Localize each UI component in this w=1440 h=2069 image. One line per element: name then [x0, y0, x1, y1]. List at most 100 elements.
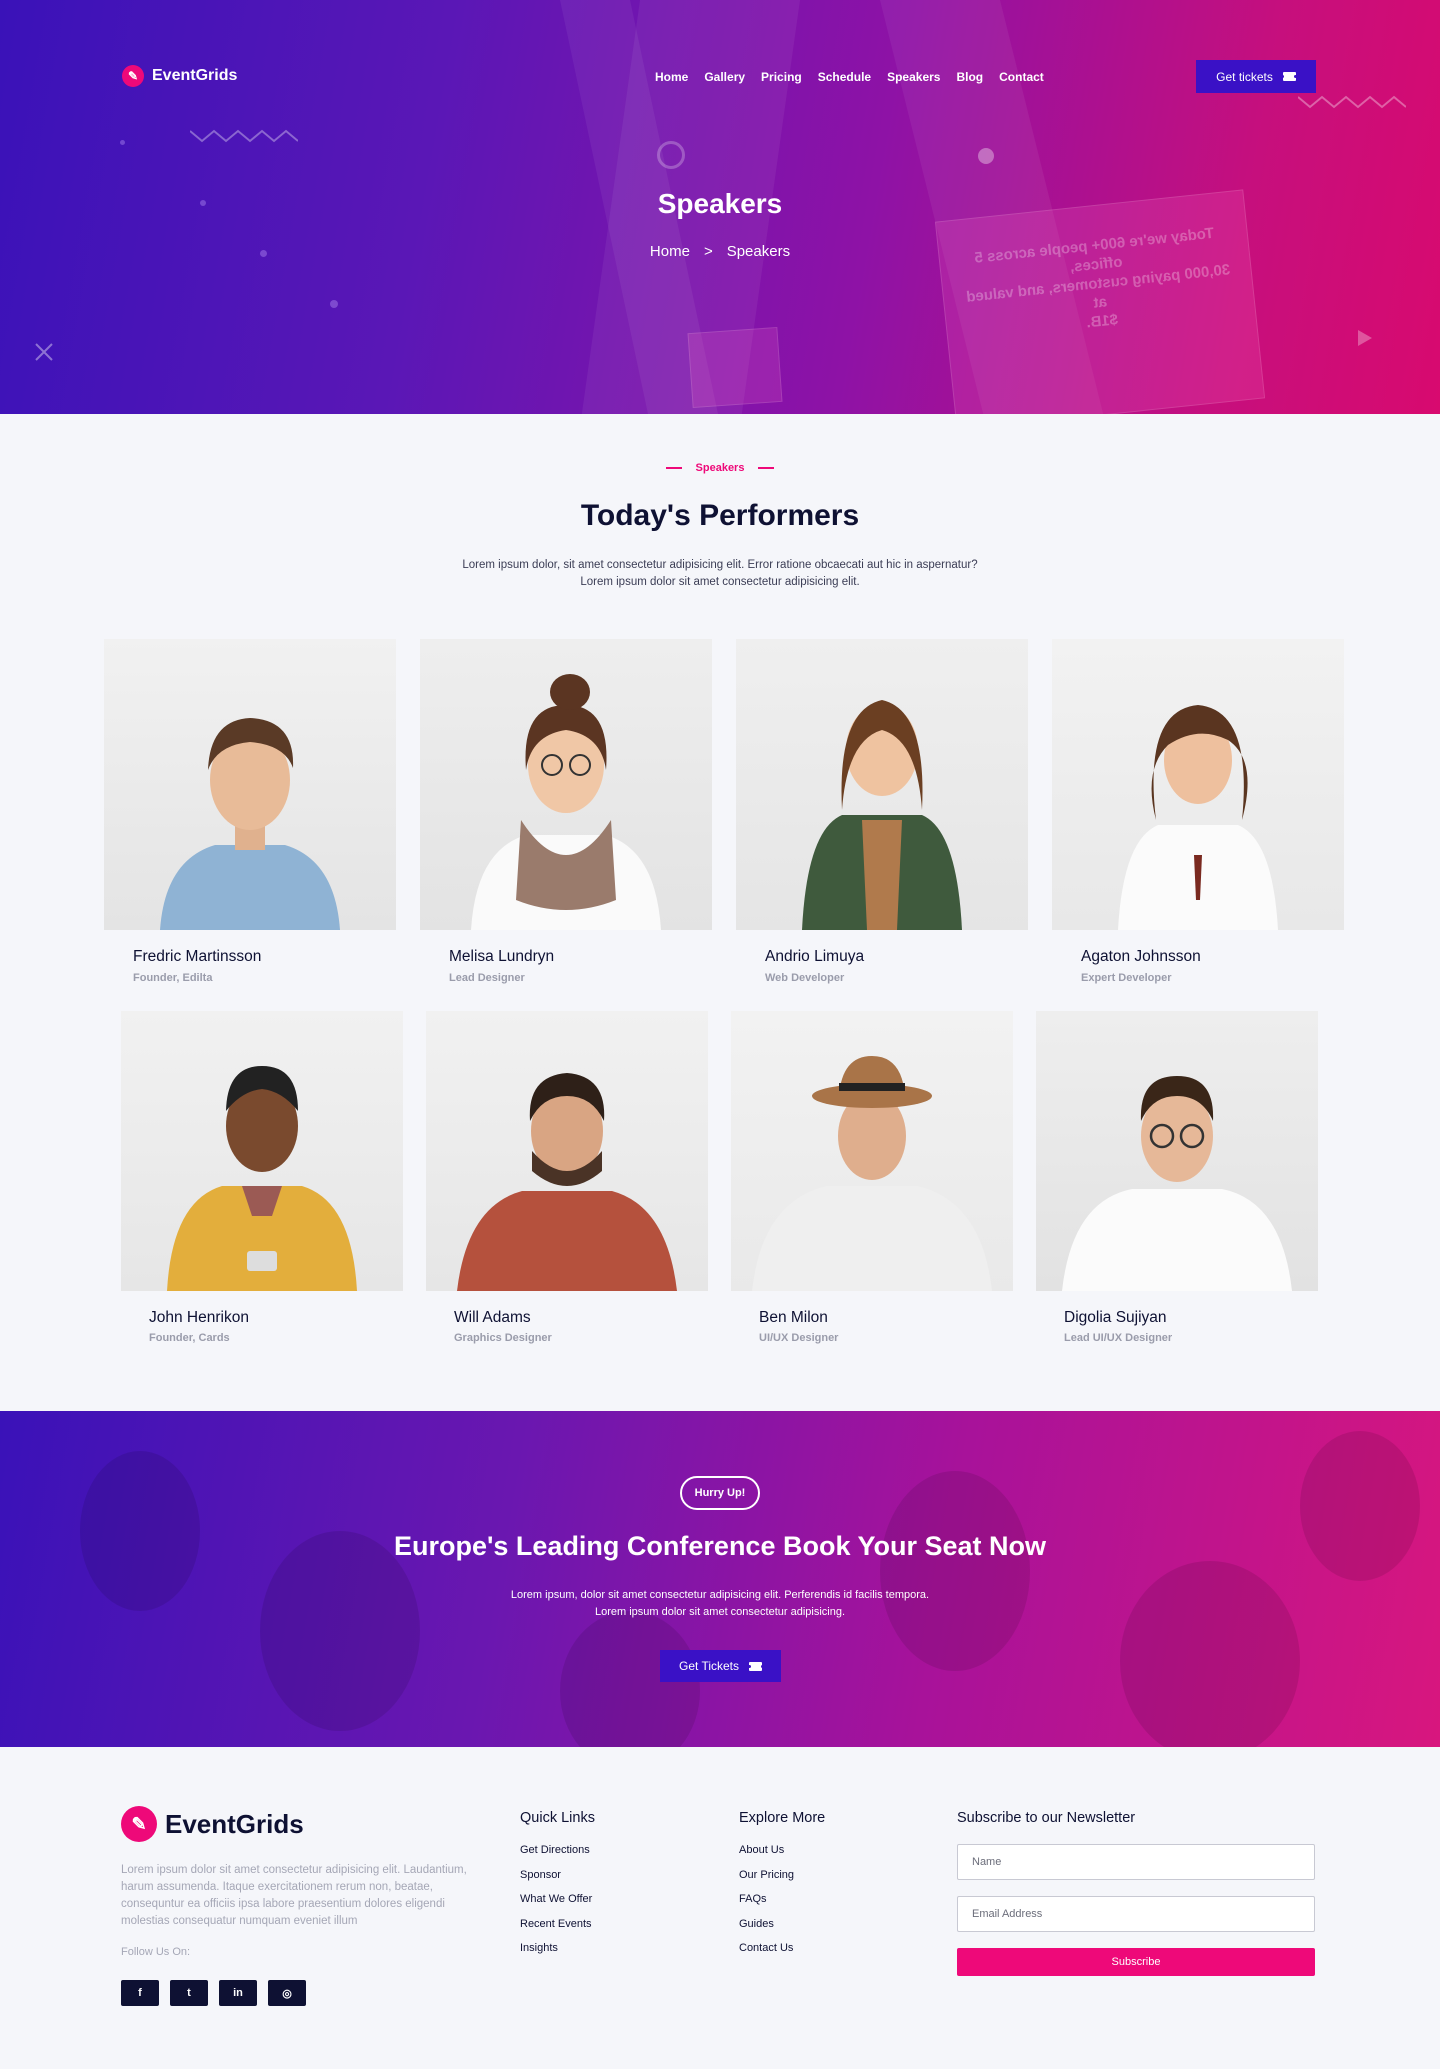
nav-item-pricing[interactable]: Pricing	[761, 70, 802, 84]
facebook-icon[interactable]: f	[121, 1980, 159, 2006]
section-eyebrow: Speakers	[0, 462, 1440, 474]
speaker-name: Digolia Sujiyan	[1064, 1309, 1167, 1326]
nav-item-contact[interactable]: Contact	[999, 70, 1044, 84]
stage-screen-small	[687, 326, 783, 409]
footer-link[interactable]: Our Pricing	[739, 1869, 825, 1894]
site-logo[interactable]: ✎ EventGrids	[122, 65, 237, 87]
newsletter-email-input[interactable]	[957, 1896, 1315, 1932]
speaker-name: Will Adams	[454, 1309, 531, 1326]
logo-mic-icon: ✎	[121, 1806, 157, 1842]
eyebrow-line	[665, 467, 682, 469]
speaker-name: John Henrikon	[149, 1309, 249, 1326]
breadcrumb: Home > Speakers	[0, 243, 1440, 260]
footer-about: Lorem ipsum dolor sit amet consectetur a…	[121, 1864, 467, 1927]
cross-decor	[35, 343, 53, 361]
zigzag-decor	[190, 129, 298, 143]
speaker-photo	[1036, 1011, 1318, 1291]
light-dot	[978, 148, 994, 164]
cta-get-tickets-button[interactable]: Get Tickets	[660, 1650, 781, 1682]
footer-brand-name: EventGrids	[165, 1808, 304, 1839]
speaker-role: Web Developer	[765, 972, 845, 984]
speaker-photo	[1052, 639, 1344, 930]
get-tickets-label: Get tickets	[1216, 69, 1273, 84]
explore-more: Explore More About Us Our Pricing FAQs G…	[739, 1810, 825, 1967]
footer-link[interactable]: About Us	[739, 1844, 825, 1869]
nav-item-blog[interactable]: Blog	[956, 70, 983, 84]
speaker-role: Founder, Edilta	[133, 972, 213, 984]
breadcrumb-home[interactable]: Home	[650, 243, 690, 260]
eyebrow-line	[758, 467, 775, 469]
nav-item-gallery[interactable]: Gallery	[704, 70, 745, 84]
speaker-name: Ben Milon	[759, 1309, 828, 1326]
quick-links: Quick Links Get Directions Sponsor What …	[520, 1810, 595, 1967]
linkedin-icon[interactable]: in	[219, 1980, 257, 2006]
zigzag-decor	[1298, 95, 1406, 109]
hero-banner: Today we're 600+ people across 5 offices…	[0, 0, 1440, 414]
person-silhouette	[167, 1066, 357, 1291]
cta-description-line: Lorem ipsum, dolor sit amet consectetur …	[510, 1589, 930, 1601]
speaker-photo	[121, 1011, 403, 1291]
person-silhouette	[802, 700, 962, 930]
speaker-role: Founder, Cards	[149, 1332, 230, 1344]
cta-description-line: Lorem ipsum dolor sit amet consectetur a…	[594, 1606, 846, 1618]
speaker-role: UI/UX Designer	[759, 1332, 839, 1344]
get-tickets-button[interactable]: Get tickets	[1196, 60, 1316, 93]
quick-links-title: Quick Links	[520, 1810, 595, 1826]
follow-label: Follow Us On:	[121, 1946, 191, 1958]
speaker-name: Agaton Johnsson	[1081, 948, 1201, 965]
speaker-name: Fredric Martinsson	[133, 948, 262, 965]
stage-screen: Today we're 600+ people across 5 offices…	[934, 189, 1266, 414]
footer-logo[interactable]: ✎ EventGrids	[121, 1806, 304, 1842]
light-dot	[120, 140, 125, 145]
subscribe-button[interactable]: Subscribe	[957, 1948, 1315, 1976]
crowd-shape	[1120, 1561, 1300, 1747]
speaker-name: Andrio Limuya	[765, 948, 865, 965]
cta-description: Lorem ipsum, dolor sit amet consectetur …	[420, 1587, 1020, 1621]
footer-link[interactable]: Guides	[739, 1918, 825, 1943]
speaker-photo	[426, 1011, 708, 1291]
person-silhouette	[457, 1073, 677, 1291]
cta-banner: Hurry Up! Europe's Leading Conference Bo…	[0, 1411, 1440, 1747]
speaker-photo	[420, 639, 712, 930]
logo-mic-icon: ✎	[122, 65, 144, 87]
nav-item-speakers[interactable]: Speakers	[887, 70, 940, 84]
ticket-icon	[747, 1661, 764, 1671]
hurry-up-badge: Hurry Up!	[680, 1476, 760, 1510]
section-description: Lorem ipsum dolor, sit amet consectetur …	[420, 557, 1020, 591]
speaker-role: Expert Developer	[1081, 972, 1172, 984]
person-silhouette	[160, 718, 340, 930]
footer-link[interactable]: Contact Us	[739, 1942, 825, 1967]
cta-get-tickets-label: Get Tickets	[678, 1659, 740, 1673]
speaker-photo	[736, 639, 1028, 930]
circle-decor	[657, 141, 685, 169]
speaker-role: Lead UI/UX Designer	[1064, 1332, 1173, 1344]
footer-link[interactable]: Sponsor	[520, 1869, 595, 1894]
instagram-icon[interactable]: ◎	[268, 1980, 306, 2006]
footer-link[interactable]: FAQs	[739, 1893, 825, 1918]
main-nav: Home Gallery Pricing Schedule Speakers B…	[655, 70, 1044, 84]
ticket-icon	[1281, 72, 1298, 81]
nav-item-home[interactable]: Home	[655, 70, 688, 84]
explore-more-title: Explore More	[739, 1810, 826, 1826]
crowd-shape	[880, 1471, 1030, 1671]
twitter-icon[interactable]: t	[170, 1980, 208, 2006]
section-title: Today's Performers	[580, 499, 860, 532]
footer-link[interactable]: Insights	[520, 1942, 595, 1967]
light-dot	[330, 300, 338, 308]
triangle-decor	[1358, 330, 1372, 346]
eyebrow-label: Speakers	[695, 462, 745, 474]
social-links: f t in ◎	[121, 1980, 306, 2006]
cta-title: Europe's Leading Conference Book Your Se…	[393, 1531, 1047, 1561]
newsletter-title: Subscribe to our Newsletter	[957, 1810, 1136, 1826]
brand-name: EventGrids	[152, 67, 238, 84]
footer-link[interactable]: Recent Events	[520, 1918, 595, 1943]
speaker-role: Lead Designer	[449, 972, 525, 984]
speaker-role: Graphics Designer	[454, 1332, 552, 1344]
person-silhouette	[752, 1056, 992, 1291]
person-silhouette	[1062, 1076, 1292, 1291]
footer-link[interactable]: What We Offer	[520, 1893, 595, 1918]
newsletter-name-input[interactable]	[957, 1844, 1315, 1880]
nav-item-schedule[interactable]: Schedule	[818, 70, 871, 84]
footer-link[interactable]: Get Directions	[520, 1844, 595, 1869]
breadcrumb-separator: >	[703, 243, 713, 260]
